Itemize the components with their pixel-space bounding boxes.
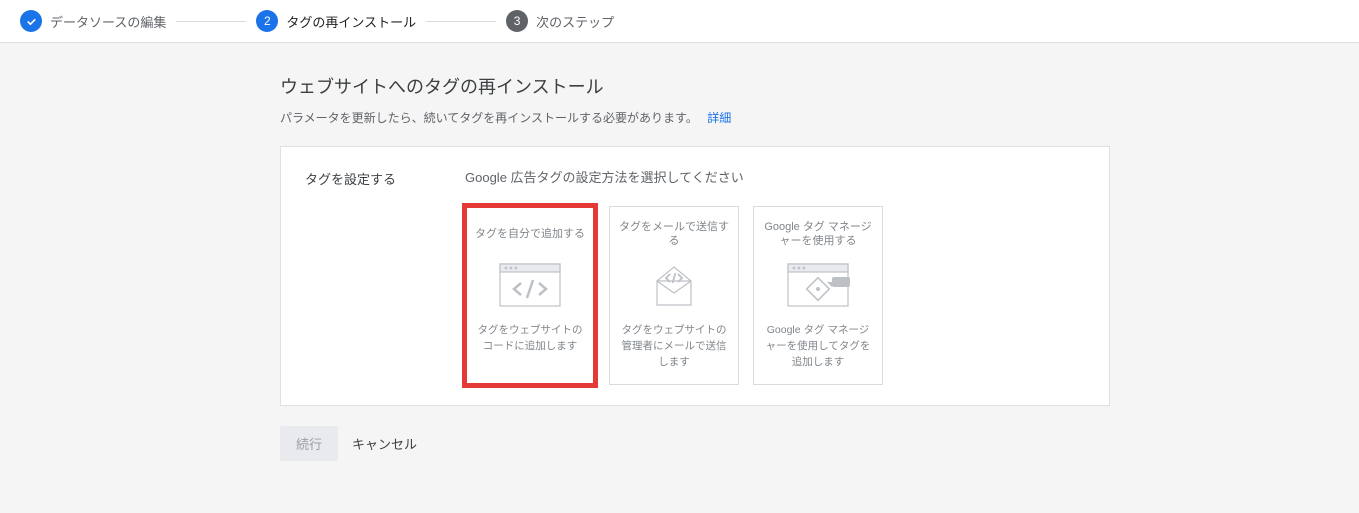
step-3[interactable]: 3 次のステップ <box>506 10 614 32</box>
option-email-tag[interactable]: タグをメールで送信する タグをウェブサイトの管理者にメールで送信します <box>609 206 739 385</box>
step-number-icon: 2 <box>256 10 278 32</box>
step-number-icon: 3 <box>506 10 528 32</box>
card-section-label: タグを設定する <box>305 167 465 385</box>
footer-actions: 続行 キャンセル <box>280 426 1110 461</box>
mail-code-icon <box>639 261 709 309</box>
options-row: タグを自分で追加する タグをウェブサイトのコ <box>465 206 1085 385</box>
card-body: Google 広告タグの設定方法を選択してください タグを自分で追加する <box>465 167 1085 385</box>
step-label: タグの再インストール <box>286 12 416 31</box>
option-title: タグを自分で追加する <box>475 219 585 249</box>
option-title: Google タグ マネージャーを使用する <box>762 219 874 249</box>
step-2[interactable]: 2 タグの再インストール <box>256 10 416 32</box>
option-title: タグをメールで送信する <box>618 219 730 249</box>
step-connector <box>426 21 496 22</box>
option-description: タグをウェブサイトの管理者にメールで送信します <box>618 323 730 370</box>
step-connector <box>176 21 246 22</box>
page-title: ウェブサイトへのタグの再インストール <box>280 73 1110 99</box>
checkmark-icon <box>20 10 42 32</box>
option-description: タグをウェブサイトのコードに追加します <box>474 323 586 355</box>
main-content: ウェブサイトへのタグの再インストール パラメータを更新したら、続いてタグを再イン… <box>280 73 1110 461</box>
step-label: データソースの編集 <box>50 12 166 31</box>
option-tag-manager[interactable]: Google タグ マネージャーを使用する Google タグ マネージャ <box>753 206 883 385</box>
stepper: データソースの編集 2 タグの再インストール 3 次のステップ <box>0 0 1359 43</box>
card-instruction: Google 広告タグの設定方法を選択してください <box>465 167 1085 186</box>
option-description: Google タグ マネージャーを使用してタグを追加します <box>762 323 874 370</box>
tag-setup-card: タグを設定する Google 広告タグの設定方法を選択してください タグを自分で… <box>280 146 1110 406</box>
step-label: 次のステップ <box>536 12 614 31</box>
page-subtitle: パラメータを更新したら、続いてタグを再インストールする必要があります。 詳細 <box>280 109 1110 126</box>
subtitle-text: パラメータを更新したら、続いてタグを再インストールする必要があります。 <box>280 111 698 125</box>
details-link[interactable]: 詳細 <box>707 111 731 125</box>
option-install-yourself[interactable]: タグを自分で追加する タグをウェブサイトのコ <box>465 206 595 385</box>
continue-button[interactable]: 続行 <box>280 426 338 461</box>
code-window-icon <box>495 261 565 309</box>
tag-manager-icon <box>783 261 853 309</box>
step-1[interactable]: データソースの編集 <box>20 10 166 32</box>
cancel-button[interactable]: キャンセル <box>352 434 417 453</box>
